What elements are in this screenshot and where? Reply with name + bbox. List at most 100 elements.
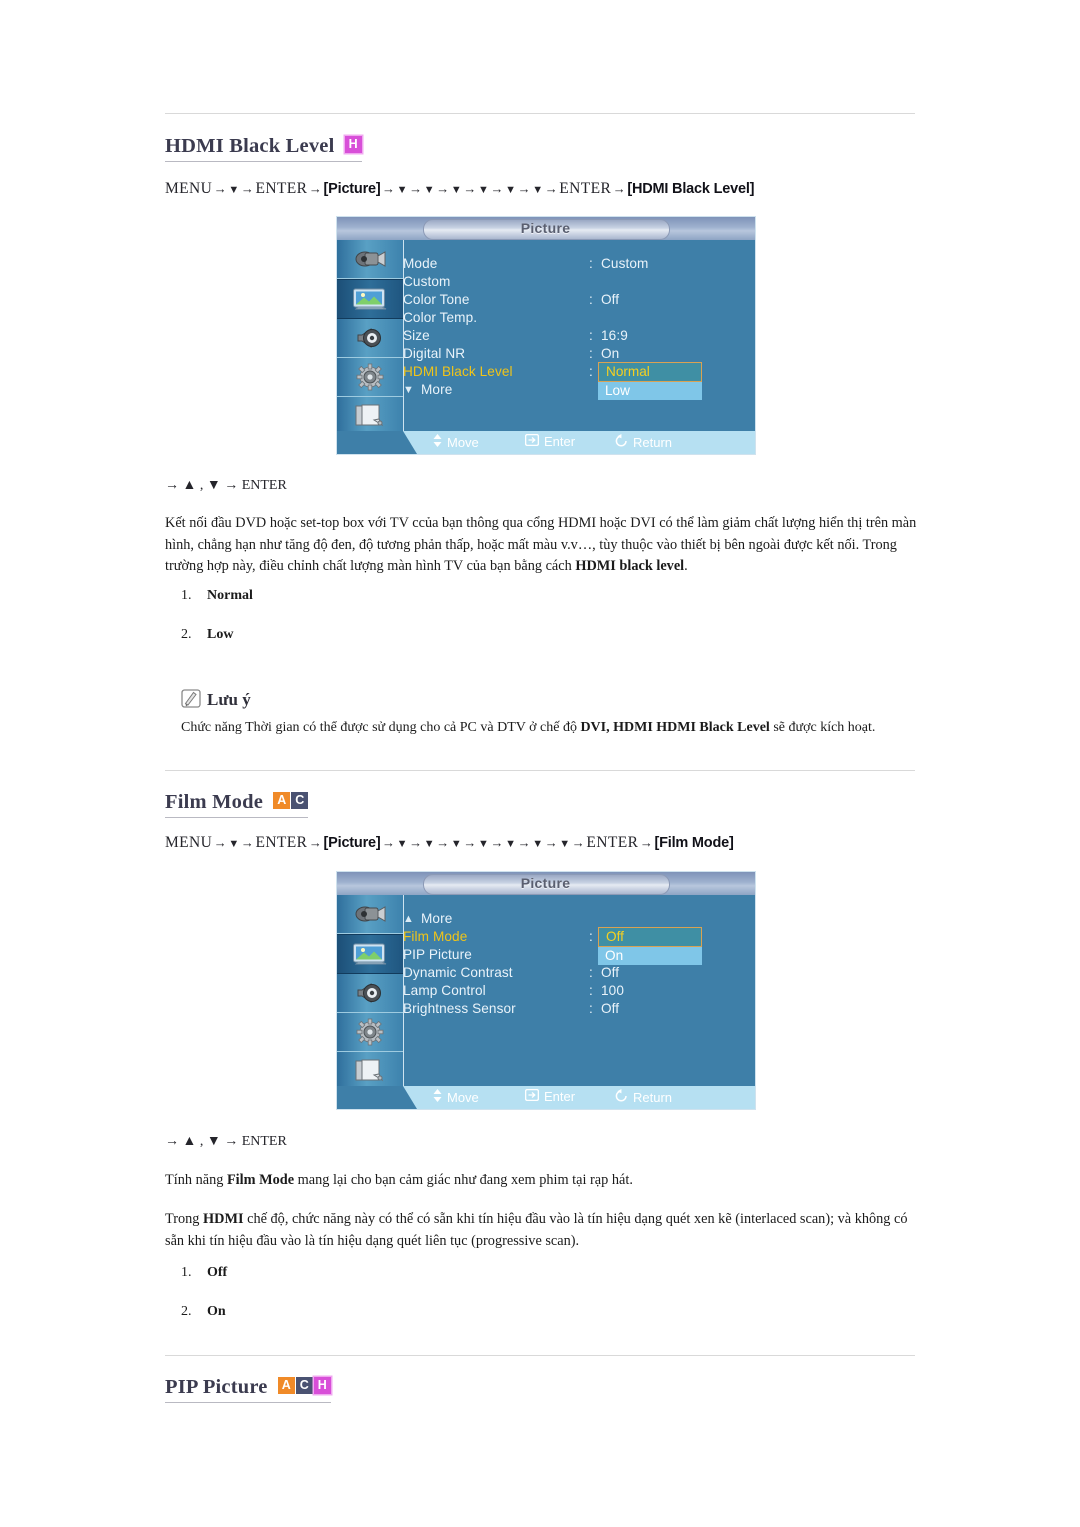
list-item: 1. Off	[181, 1265, 227, 1281]
crumb-enter-1: ENTER	[255, 180, 308, 197]
rail-item-picture[interactable]	[337, 934, 403, 974]
list-item: 1. Normal	[181, 588, 253, 604]
footer-label: Move	[447, 435, 479, 450]
section-divider-pip-picture	[165, 1355, 915, 1356]
dropdown-option-selected[interactable]: Normal	[598, 362, 702, 382]
paragraph-text: Trong HDMI chế độ, chức năng này có thể …	[165, 1211, 908, 1249]
crumb-tag-picture: [Picture]	[323, 181, 381, 197]
list-item: 2. Low	[181, 627, 253, 643]
badge-c: C	[295, 1376, 313, 1394]
row-colon: :	[589, 328, 593, 343]
row-label-more: ▼ More	[403, 382, 452, 397]
osd-screenshot-picture-hdmi-black-level: Picture Mode: Custom Custom Color Tone …	[337, 217, 755, 454]
picture-monitor-icon	[352, 287, 388, 311]
list-label: Off	[207, 1265, 228, 1280]
badge-a: A	[277, 1376, 295, 1394]
osd-footer-move[interactable]: Move	[433, 1089, 479, 1105]
dropdown-option[interactable]: Low	[598, 382, 702, 400]
dropdown-option-selected[interactable]: Off	[598, 927, 702, 947]
osd-menu-list: Mode : Custom Custom Color Tone : Off Co…	[403, 240, 755, 431]
heading-text: HDMI Black Level	[165, 134, 335, 157]
row-label: Custom	[403, 274, 451, 289]
enter-key-icon	[524, 433, 540, 449]
paragraph-hdmi-black-level: Kết nối đầu DVD hoặc set-top box với TV …	[165, 513, 917, 578]
crumb-tag-hdmi-black-level: [HDMI Black Level]	[627, 181, 755, 197]
row-label-more: ▲ More	[403, 911, 452, 926]
list-item: 2. On	[181, 1304, 227, 1320]
page-top-divider	[165, 113, 915, 114]
row-label: Brightness Sensor	[403, 1001, 516, 1016]
row-colon: :	[589, 1001, 593, 1016]
osd-footer-bar: Move Enter Return	[337, 1086, 755, 1109]
row-label: Mode	[403, 256, 438, 271]
rail-item-sound[interactable]	[337, 974, 403, 1013]
rail-item-setup[interactable]	[337, 1013, 403, 1052]
osd-footer-enter[interactable]: Enter	[524, 1088, 575, 1104]
row-value: Off	[601, 292, 620, 307]
badge-c: C	[291, 791, 309, 809]
more-text: More	[421, 382, 453, 397]
rail-item-picture[interactable]	[337, 279, 403, 319]
option-list-hdmi-black-level: 1. Normal 2. Low	[181, 588, 253, 666]
osd-footer-notch	[337, 1086, 417, 1109]
return-arrow-icon	[615, 434, 628, 450]
keyline-film-mode: → ▲ , ▼ → ENTER	[165, 1134, 287, 1150]
section-heading-pip-picture: PIP Picture ACH	[165, 1375, 331, 1403]
chevron-down-icon: ▼	[403, 384, 414, 396]
list-label: Normal	[207, 588, 253, 603]
rail-item-input-source[interactable]	[337, 895, 403, 934]
rail-item-setup[interactable]	[337, 358, 403, 397]
picture-monitor-icon	[352, 942, 388, 966]
footer-label: Enter	[544, 434, 576, 449]
row-label: Dynamic Contrast	[403, 965, 513, 980]
document-page: HDMI Black Level H MENU → ▼ →ENTER → [Picture…	[0, 0, 1080, 1527]
row-value: Off	[601, 965, 620, 980]
osd-dropdown-hdmi-black-level[interactable]: Normal Low	[598, 362, 702, 400]
keyline-text: → ▲ , ▼ → ENTER	[165, 1134, 287, 1149]
badge-a: A	[273, 791, 291, 809]
list-label: On	[207, 1304, 226, 1319]
osd-footer-move[interactable]: Move	[433, 434, 479, 450]
osd-dropdown-film-mode[interactable]: Off On	[598, 927, 702, 965]
osd-footer-return[interactable]: Return	[615, 434, 672, 450]
updown-arrow-icon	[433, 1089, 442, 1105]
crumb-menu: MENU	[165, 834, 213, 851]
row-colon: :	[589, 364, 593, 379]
crumb-enter-2: ENTER	[586, 834, 639, 851]
enter-key-icon	[524, 1088, 540, 1104]
crumb-menu: MENU	[165, 180, 213, 197]
heading-text: Film Mode	[165, 790, 264, 813]
more-text: More	[421, 911, 453, 926]
rail-item-sound[interactable]	[337, 319, 403, 358]
section-divider-film-mode	[165, 770, 915, 771]
note-heading: Lưu ý	[181, 689, 251, 710]
osd-footer-return[interactable]: Return	[615, 1089, 672, 1105]
badge-h: H	[344, 135, 362, 153]
return-arrow-icon	[615, 1089, 628, 1105]
option-list-film-mode: 1. Off 2. On	[181, 1265, 227, 1343]
row-label: Size	[403, 328, 430, 343]
sound-speaker-icon	[355, 981, 385, 1005]
row-colon: :	[589, 346, 593, 361]
list-label: Low	[207, 627, 234, 642]
badge-h: H	[313, 1376, 331, 1394]
multi-control-icon	[354, 1058, 386, 1084]
row-value: Custom	[601, 256, 649, 271]
paragraph-film-mode-1: Tính năng Film Mode mang lại cho bạn cảm…	[165, 1170, 917, 1192]
rail-item-input-source[interactable]	[337, 240, 403, 279]
crumb-tag-film-mode: [Film Mode]	[654, 835, 734, 851]
setup-gear-icon	[355, 363, 385, 391]
note-body-text: Chức năng Thời gian có thể được sử dụng …	[181, 720, 876, 735]
updown-arrow-icon	[433, 434, 442, 450]
row-label: Lamp Control	[403, 983, 486, 998]
row-value: Off	[601, 1001, 620, 1016]
dropdown-option[interactable]: On	[598, 947, 702, 965]
row-colon: :	[589, 983, 593, 998]
row-value: 16:9	[601, 328, 628, 343]
setup-gear-icon	[355, 1018, 385, 1046]
osd-footer-enter[interactable]: Enter	[524, 433, 576, 449]
crumb-enter-2: ENTER	[559, 180, 612, 197]
paragraph-text: Tính năng Film Mode mang lại cho bạn cảm…	[165, 1172, 633, 1188]
osd-footer-notch	[337, 431, 417, 454]
row-label: HDMI Black Level	[403, 364, 513, 379]
